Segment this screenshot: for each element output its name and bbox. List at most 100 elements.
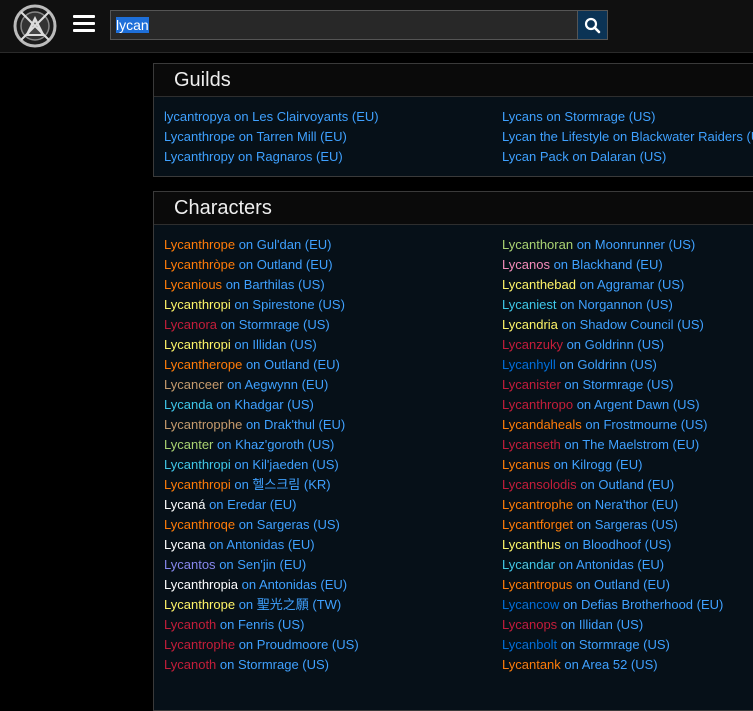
character-name-link[interactable]: Lycana — [164, 537, 205, 552]
character-result-row[interactable]: Lycandaheals on Frostmourne (US) — [502, 415, 723, 435]
character-name-link[interactable]: Lycantropus — [502, 577, 572, 592]
character-name-link[interactable]: Lycanos — [502, 257, 550, 272]
character-name-link[interactable]: Lycanthrope — [164, 237, 235, 252]
character-name-link[interactable]: Lycanthropi — [164, 337, 231, 352]
guild-realm-link[interactable]: on Stormrage (US) — [546, 109, 655, 124]
character-result-row[interactable]: Lycanops on Illidan (US) — [502, 615, 723, 635]
character-realm-link[interactable]: on Khadgar (US) — [216, 397, 314, 412]
character-realm-link[interactable]: on Antonidas (EU) — [242, 577, 348, 592]
character-result-row[interactable]: Lycanda on Khadgar (US) — [164, 395, 359, 415]
character-result-row[interactable]: Lycana on Antonidas (EU) — [164, 535, 359, 555]
character-name-link[interactable]: Lycanceer — [164, 377, 224, 392]
character-realm-link[interactable]: on Goldrinn (US) — [567, 337, 665, 352]
character-result-row[interactable]: Lycaná on Eredar (EU) — [164, 495, 359, 515]
character-name-link[interactable]: Lycanthus — [502, 537, 561, 552]
guild-realm-link[interactable]: on Les Clairvoyants (EU) — [234, 109, 379, 124]
character-realm-link[interactable]: on Stormrage (US) — [564, 377, 673, 392]
character-realm-link[interactable]: on Bloodhoof (US) — [564, 537, 671, 552]
character-name-link[interactable]: Lycanhyll — [502, 357, 556, 372]
character-name-link[interactable]: Lycaná — [164, 497, 205, 512]
character-name-link[interactable]: Lycantank — [502, 657, 561, 672]
character-result-row[interactable]: Lycanbolt on Stormrage (US) — [502, 635, 723, 655]
character-name-link[interactable]: Lycanus — [502, 457, 550, 472]
character-result-row[interactable]: Lycaniest on Norgannon (US) — [502, 295, 723, 315]
character-result-row[interactable]: Lycanister on Stormrage (US) — [502, 375, 723, 395]
character-realm-link[interactable]: on Shadow Council (US) — [562, 317, 704, 332]
character-realm-link[interactable]: on Nera'thor (EU) — [577, 497, 678, 512]
character-result-row[interactable]: Lycanthebad on Aggramar (US) — [502, 275, 723, 295]
character-result-row[interactable]: Lycanter on Khaz'goroth (US) — [164, 435, 359, 455]
character-name-link[interactable]: Lycanthropia — [164, 577, 238, 592]
character-result-row[interactable]: Lycanora on Stormrage (US) — [164, 315, 359, 335]
character-realm-link[interactable]: on Spirestone (US) — [234, 297, 345, 312]
site-logo-icon[interactable] — [13, 4, 57, 48]
character-result-row[interactable]: Lycanthropo on Argent Dawn (US) — [502, 395, 723, 415]
character-name-link[interactable]: Lycantropphe — [164, 417, 242, 432]
guild-name-link[interactable]: Lycanthrope — [164, 129, 235, 144]
character-realm-link[interactable]: on Sargeras (US) — [239, 517, 340, 532]
character-result-row[interactable]: Lycanseth on The Maelstrom (EU) — [502, 435, 723, 455]
character-result-row[interactable]: Lycanthrope on Gul'dan (EU) — [164, 235, 359, 255]
character-name-link[interactable]: Lycanseth — [502, 437, 561, 452]
character-name-link[interactable]: Lycanoth — [164, 617, 216, 632]
character-realm-link[interactable]: on Drak'thul (EU) — [246, 417, 345, 432]
guild-name-link[interactable]: Lycan Pack — [502, 149, 569, 164]
character-name-link[interactable]: Lycanthropi — [164, 457, 231, 472]
character-name-link[interactable]: Lycanious — [164, 277, 222, 292]
character-result-row[interactable]: Lycantank on Area 52 (US) — [502, 655, 723, 675]
character-name-link[interactable]: Lycantos — [164, 557, 216, 572]
guild-result-row[interactable]: Lycan the Lifestyle on Blackwater Raider… — [502, 127, 753, 147]
guild-result-row[interactable]: lycantropya on Les Clairvoyants (EU) — [164, 107, 379, 127]
character-name-link[interactable]: Lycanthoran — [502, 237, 573, 252]
character-realm-link[interactable]: on Frostmourne (US) — [585, 417, 707, 432]
guild-result-row[interactable]: Lycanthrope on Tarren Mill (EU) — [164, 127, 379, 147]
hamburger-icon[interactable] — [73, 15, 95, 35]
character-result-row[interactable]: Lycanhyll on Goldrinn (US) — [502, 355, 723, 375]
character-name-link[interactable]: Lycanister — [502, 377, 561, 392]
character-realm-link[interactable]: on The Maelstrom (EU) — [564, 437, 699, 452]
character-realm-link[interactable]: on Aegwynn (EU) — [227, 377, 328, 392]
character-name-link[interactable]: Lycanthropi — [164, 297, 231, 312]
character-name-link[interactable]: Lycaniest — [502, 297, 556, 312]
character-name-link[interactable]: Lycantherope — [164, 357, 242, 372]
character-realm-link[interactable]: on Stormrage (US) — [561, 637, 670, 652]
character-realm-link[interactable]: on Sargeras (US) — [577, 517, 678, 532]
character-realm-link[interactable]: on Moonrunner (US) — [577, 237, 696, 252]
character-name-link[interactable]: Lycancow — [502, 597, 559, 612]
character-realm-link[interactable]: on Khaz'goroth (US) — [217, 437, 334, 452]
character-result-row[interactable]: Lycanthropi on Illidan (US) — [164, 335, 359, 355]
character-realm-link[interactable]: on Eredar (EU) — [209, 497, 296, 512]
character-result-row[interactable]: Lycancow on Defias Brotherhood (EU) — [502, 595, 723, 615]
guild-name-link[interactable]: Lycan the Lifestyle — [502, 129, 609, 144]
character-realm-link[interactable]: on Sen'jin (EU) — [219, 557, 306, 572]
character-realm-link[interactable]: on Area 52 (US) — [564, 657, 657, 672]
character-name-link[interactable]: Lycandaheals — [502, 417, 582, 432]
character-result-row[interactable]: Lycanthus on Bloodhoof (US) — [502, 535, 723, 555]
character-name-link[interactable]: Lycanthropi — [164, 477, 231, 492]
character-name-link[interactable]: Lycandar — [502, 557, 555, 572]
character-realm-link[interactable]: on Outland (EU) — [239, 257, 333, 272]
character-name-link[interactable]: Lycanthrope — [164, 597, 235, 612]
character-result-row[interactable]: Lycantropus on Outland (EU) — [502, 575, 723, 595]
character-result-row[interactable]: Lycanthroqe on Sargeras (US) — [164, 515, 359, 535]
character-realm-link[interactable]: on Stormrage (US) — [221, 317, 330, 332]
character-name-link[interactable]: Lycanter — [164, 437, 213, 452]
guild-result-row[interactable]: Lycanthropy on Ragnaros (EU) — [164, 147, 379, 167]
character-result-row[interactable]: Lycansolodis on Outland (EU) — [502, 475, 723, 495]
character-realm-link[interactable]: on Antonidas (EU) — [209, 537, 315, 552]
character-name-link[interactable]: Lycanthebad — [502, 277, 576, 292]
character-realm-link[interactable]: on Kil'jaeden (US) — [234, 457, 338, 472]
character-result-row[interactable]: Lycandria on Shadow Council (US) — [502, 315, 723, 335]
character-name-link[interactable]: Lycanoth — [164, 657, 216, 672]
guild-name-link[interactable]: lycantropya — [164, 109, 230, 124]
character-realm-link[interactable]: on Antonidas (EU) — [559, 557, 665, 572]
character-realm-link[interactable]: on 헬스크림 (KR) — [234, 477, 330, 492]
character-realm-link[interactable]: on Aggramar (US) — [580, 277, 685, 292]
character-result-row[interactable]: Lycanthoran on Moonrunner (US) — [502, 235, 723, 255]
character-result-row[interactable]: Lycanthrope on 聖光之願 (TW) — [164, 595, 359, 615]
character-realm-link[interactable]: on Goldrinn (US) — [559, 357, 657, 372]
character-result-row[interactable]: Lycanthròpe on Outland (EU) — [164, 255, 359, 275]
character-realm-link[interactable]: on Outland (EU) — [246, 357, 340, 372]
character-result-row[interactable]: Lycanthropi on Spirestone (US) — [164, 295, 359, 315]
character-realm-link[interactable]: on Illidan (US) — [234, 337, 316, 352]
